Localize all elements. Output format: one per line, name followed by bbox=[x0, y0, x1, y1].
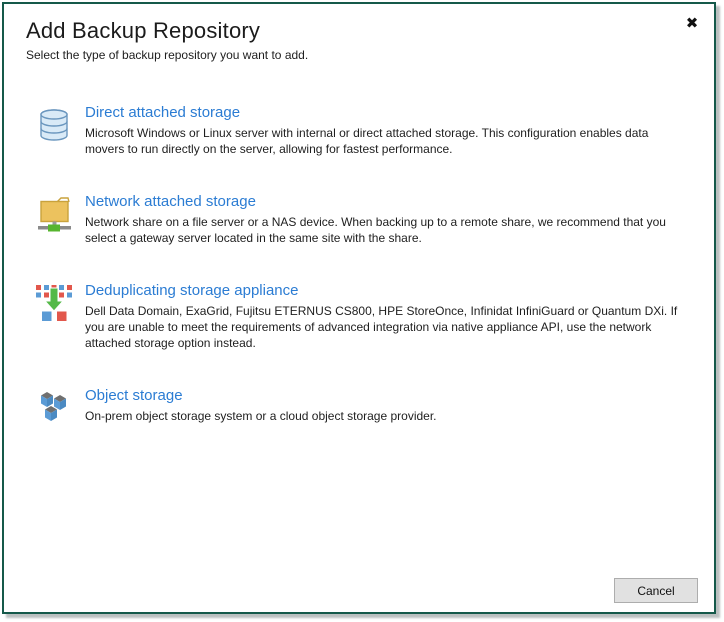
option-title[interactable]: Direct attached storage bbox=[85, 104, 686, 121]
close-icon[interactable]: ✖ bbox=[682, 13, 702, 33]
add-backup-repository-dialog: ✖ Add Backup Repository Select the type … bbox=[2, 2, 716, 614]
database-icon bbox=[35, 106, 73, 144]
option-title[interactable]: Deduplicating storage appliance bbox=[85, 282, 686, 299]
cancel-button[interactable]: Cancel bbox=[614, 578, 698, 603]
option-text: Deduplicating storage appliance Dell Dat… bbox=[85, 282, 686, 351]
option-text: Direct attached storage Microsoft Window… bbox=[85, 104, 686, 157]
option-network-attached-storage[interactable]: Network attached storage Network share o… bbox=[35, 193, 686, 246]
option-title[interactable]: Network attached storage bbox=[85, 193, 686, 210]
dialog-header: Add Backup Repository Select the type of… bbox=[4, 4, 714, 62]
dialog-subtitle: Select the type of backup repository you… bbox=[26, 48, 309, 62]
option-description: On-prem object storage system or a cloud… bbox=[85, 409, 437, 423]
option-text: Object storage On-prem object storage sy… bbox=[85, 387, 686, 424]
option-description: Dell Data Domain, ExaGrid, Fujitsu ETERN… bbox=[85, 304, 678, 350]
option-text: Network attached storage Network share o… bbox=[85, 193, 686, 246]
option-title[interactable]: Object storage bbox=[85, 387, 686, 404]
dedup-appliance-icon bbox=[35, 284, 73, 322]
object-storage-icon bbox=[35, 389, 73, 427]
dialog-footer: Cancel bbox=[614, 578, 698, 603]
dialog-title: Add Backup Repository bbox=[26, 18, 261, 43]
option-deduplicating-storage-appliance[interactable]: Deduplicating storage appliance Dell Dat… bbox=[35, 282, 686, 351]
option-description: Network share on a file server or a NAS … bbox=[85, 215, 666, 245]
network-folder-icon bbox=[35, 195, 73, 233]
option-object-storage[interactable]: Object storage On-prem object storage sy… bbox=[35, 387, 686, 427]
repository-type-list: Direct attached storage Microsoft Window… bbox=[4, 104, 714, 427]
option-description: Microsoft Windows or Linux server with i… bbox=[85, 126, 649, 156]
option-direct-attached-storage[interactable]: Direct attached storage Microsoft Window… bbox=[35, 104, 686, 157]
